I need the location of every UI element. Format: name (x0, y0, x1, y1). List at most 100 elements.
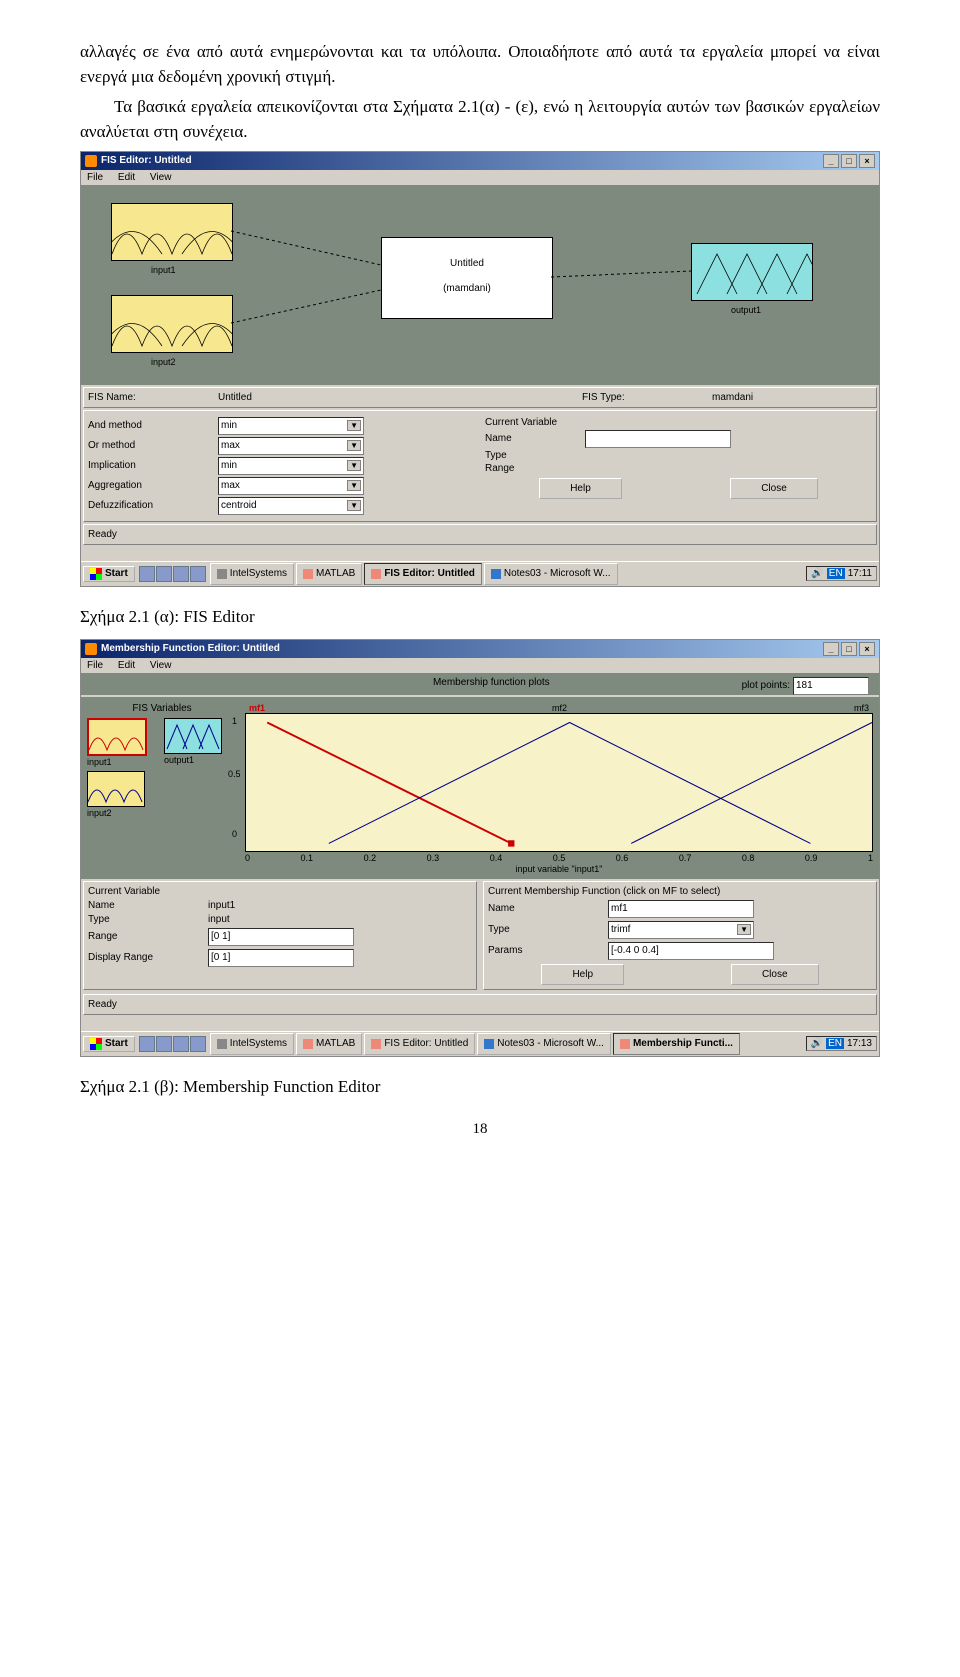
close-button[interactable]: × (859, 642, 875, 656)
input2-box[interactable] (111, 295, 233, 353)
fis-type-label: FIS Type: (582, 392, 712, 403)
lang-indicator[interactable]: EN (826, 1038, 844, 1049)
ytick: 1 (232, 716, 237, 726)
current-mf-panel: Current Membership Function (click on MF… (483, 881, 877, 990)
windows-logo-icon (90, 568, 102, 580)
or-select[interactable]: max▼ (218, 437, 364, 455)
taskbar-item[interactable]: IntelSystems (210, 1033, 294, 1055)
taskbar-item[interactable]: MATLAB (296, 1033, 362, 1055)
ql-icon[interactable] (156, 566, 172, 582)
cv-type-value: input (208, 914, 230, 925)
rule-title: Untitled (382, 258, 552, 269)
maximize-button[interactable]: □ (841, 642, 857, 656)
quicklaunch[interactable] (137, 1036, 208, 1052)
input1-box[interactable] (111, 203, 233, 261)
minimize-button[interactable]: _ (823, 642, 839, 656)
mf-editor-screenshot: Membership Function Editor: Untitled _ □… (80, 639, 880, 1057)
ql-icon[interactable] (173, 1036, 189, 1052)
var-input2[interactable] (87, 771, 145, 807)
cmf-params-input[interactable]: [-0.4 0 0.4] (608, 942, 774, 960)
help-button[interactable]: Help (541, 964, 624, 985)
taskbar-item[interactable]: Membership Functi... (613, 1033, 740, 1055)
cv-title: Current Variable (485, 417, 872, 428)
def-select[interactable]: centroid▼ (218, 497, 364, 515)
fis-vars-label: FIS Variables (87, 703, 237, 714)
start-button[interactable]: Start (83, 566, 135, 582)
sound-icon[interactable]: 🔊 (811, 1038, 823, 1049)
and-label: And method (88, 420, 218, 431)
titlebar[interactable]: Membership Function Editor: Untitled _ □… (81, 640, 879, 658)
taskbar-item[interactable]: FIS Editor: Untitled (364, 1033, 475, 1055)
xtick: 0 (245, 853, 250, 863)
output1-box[interactable] (691, 243, 813, 301)
quicklaunch[interactable] (137, 566, 208, 582)
page-number: 18 (80, 1121, 880, 1138)
ql-icon[interactable] (190, 1036, 206, 1052)
menu-file[interactable]: File (87, 172, 103, 183)
system-tray[interactable]: 🔊 EN 17:11 (806, 566, 877, 581)
sound-icon[interactable]: 🔊 (811, 568, 823, 579)
ql-icon[interactable] (139, 1036, 155, 1052)
menubar[interactable]: File Edit View (81, 658, 879, 673)
ql-icon[interactable] (173, 566, 189, 582)
ytick: 0.5 (228, 769, 241, 779)
close-button[interactable]: Close (731, 964, 819, 985)
imp-label: Implication (88, 460, 218, 471)
system-tray[interactable]: 🔊 EN 17:13 (806, 1036, 877, 1051)
plot-title: Membership function plots (241, 677, 742, 695)
x-axis-label: input variable "input1" (245, 864, 873, 874)
help-button[interactable]: Help (539, 478, 622, 499)
ql-icon[interactable] (190, 566, 206, 582)
cv-range-input[interactable]: [0 1] (208, 928, 354, 946)
close-button[interactable]: × (859, 154, 875, 168)
maximize-button[interactable]: □ (841, 154, 857, 168)
mf-curves-icon (112, 296, 232, 352)
taskbar-item[interactable]: Notes03 - Microsoft W... (484, 563, 618, 585)
xtick: 0.5 (553, 853, 566, 863)
lang-indicator[interactable]: EN (827, 568, 845, 579)
var-input1[interactable] (87, 718, 147, 756)
plotpoints-input[interactable]: 181 (793, 677, 869, 695)
xtick: 0.7 (679, 853, 692, 863)
xtick: 0.8 (742, 853, 755, 863)
ql-icon[interactable] (139, 566, 155, 582)
taskbar-item[interactable]: MATLAB (296, 563, 362, 585)
taskbar[interactable]: Start IntelSystems MATLAB FIS Editor: Un… (81, 561, 879, 586)
cv-name-input[interactable] (585, 430, 731, 448)
taskbar-item[interactable]: IntelSystems (210, 563, 294, 585)
var-output1[interactable] (164, 718, 222, 754)
and-select[interactable]: min▼ (218, 417, 364, 435)
cv-drange-input[interactable]: [0 1] (208, 949, 354, 967)
mf-plot[interactable]: 1 0.5 0 (245, 713, 873, 853)
cmf-name-input[interactable]: mf1 (608, 900, 754, 918)
fis-editor-screenshot: FIS Editor: Untitled _ □ × File Edit Vie… (80, 151, 880, 587)
minimize-button[interactable]: _ (823, 154, 839, 168)
var-input2-label: input2 (87, 808, 160, 818)
cmf-type-select[interactable]: trimf▼ (608, 921, 754, 939)
chevron-down-icon: ▼ (347, 480, 361, 491)
start-button[interactable]: Start (83, 1036, 135, 1052)
fis-name-value: Untitled (218, 392, 378, 403)
menubar[interactable]: File Edit View (81, 170, 879, 185)
cmf-params-label: Params (488, 945, 608, 956)
taskbar-item[interactable]: FIS Editor: Untitled (364, 563, 482, 585)
output1-label: output1 (731, 305, 761, 315)
imp-select[interactable]: min▼ (218, 457, 364, 475)
menu-view[interactable]: View (150, 660, 172, 671)
taskbar[interactable]: Start IntelSystems MATLAB FIS Editor: Un… (81, 1031, 879, 1056)
menu-file[interactable]: File (87, 660, 103, 671)
close-button[interactable]: Close (730, 478, 818, 499)
windows-logo-icon (90, 1038, 102, 1050)
menu-view[interactable]: View (150, 172, 172, 183)
menu-edit[interactable]: Edit (118, 172, 135, 183)
def-label: Defuzzification (88, 500, 218, 511)
cv-range-label: Range (88, 931, 208, 942)
mf2-label: mf2 (552, 703, 567, 713)
menu-edit[interactable]: Edit (118, 660, 135, 671)
ql-icon[interactable] (156, 1036, 172, 1052)
agg-select[interactable]: max▼ (218, 477, 364, 495)
window-title: FIS Editor: Untitled (101, 155, 192, 166)
rule-box[interactable]: Untitled (mamdani) (381, 237, 553, 319)
titlebar[interactable]: FIS Editor: Untitled _ □ × (81, 152, 879, 170)
taskbar-item[interactable]: Notes03 - Microsoft W... (477, 1033, 611, 1055)
